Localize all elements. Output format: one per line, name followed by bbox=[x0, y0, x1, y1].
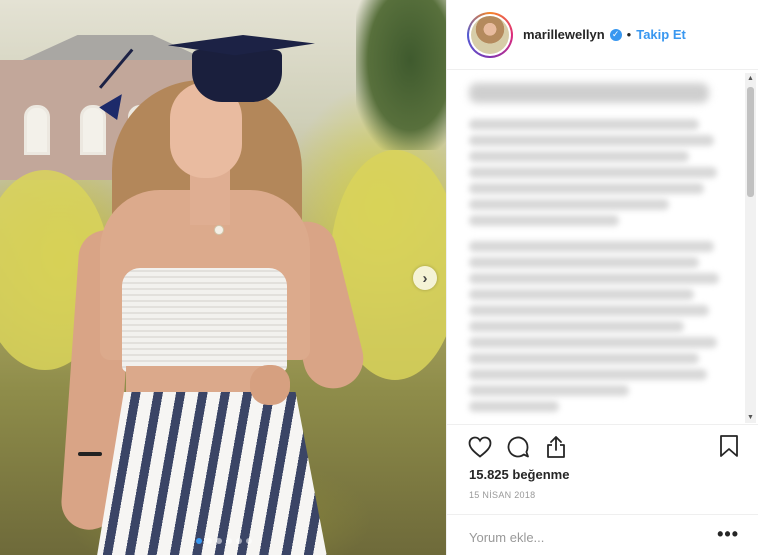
bookmark-icon[interactable] bbox=[718, 434, 743, 459]
heart-icon[interactable] bbox=[467, 434, 492, 459]
wrist-band bbox=[78, 452, 102, 456]
carousel-dot bbox=[206, 538, 212, 544]
blurred-text-line bbox=[469, 385, 629, 396]
comment-input[interactable] bbox=[469, 528, 699, 546]
like-count[interactable]: 15.825 beğenme bbox=[469, 467, 569, 482]
blurred-text-line bbox=[469, 135, 714, 146]
share-icon[interactable] bbox=[543, 434, 568, 459]
necklace-pendant bbox=[214, 225, 224, 235]
background-window bbox=[80, 105, 106, 155]
avatar bbox=[471, 15, 509, 54]
blurred-text-line bbox=[469, 321, 684, 332]
blurred-text-line bbox=[469, 289, 694, 300]
background-window bbox=[24, 105, 50, 155]
blurred-text-line bbox=[469, 151, 689, 162]
next-photo-button[interactable]: › bbox=[413, 266, 437, 290]
more-options-button[interactable]: ••• bbox=[717, 524, 739, 545]
carousel-dot-active bbox=[196, 538, 202, 544]
blurred-text-line bbox=[469, 119, 699, 130]
blurred-text-line bbox=[469, 199, 669, 210]
blurred-text-line bbox=[469, 353, 699, 364]
header-separator: • bbox=[626, 27, 632, 42]
blurred-text-line bbox=[469, 305, 709, 316]
blurred-text-line bbox=[469, 183, 704, 194]
blurred-text-line bbox=[469, 273, 719, 284]
white-crop-top bbox=[122, 268, 287, 372]
post-date[interactable]: 15 NİSAN 2018 bbox=[469, 490, 535, 500]
scroll-up-arrow-icon[interactable]: ▲ bbox=[745, 73, 756, 84]
instagram-post: › marillewellyn ✓ • Takip Et ▲ ▼ 15.825 … bbox=[0, 0, 758, 555]
carousel-dot bbox=[226, 538, 232, 544]
carousel-indicator bbox=[196, 538, 252, 544]
comment-icon[interactable] bbox=[505, 434, 530, 459]
verified-badge-icon: ✓ bbox=[609, 28, 622, 41]
graduation-cap bbox=[192, 50, 282, 102]
scroll-down-arrow-icon[interactable]: ▼ bbox=[745, 412, 756, 423]
post-actions: 15.825 beğenme 15 NİSAN 2018 bbox=[447, 424, 758, 514]
username-link[interactable]: marillewellyn bbox=[523, 27, 605, 42]
follow-button[interactable]: Takip Et bbox=[636, 27, 686, 42]
blurred-text-line bbox=[469, 369, 707, 380]
post-photo[interactable]: › bbox=[0, 0, 446, 555]
carousel-dot bbox=[246, 538, 252, 544]
comments-scrollbar[interactable]: ▲ ▼ bbox=[745, 73, 756, 423]
person-hand bbox=[250, 365, 290, 405]
post-side-panel: marillewellyn ✓ • Takip Et ▲ ▼ 15.825 be… bbox=[446, 0, 758, 555]
blurred-text-line bbox=[469, 215, 619, 226]
blurred-text-line bbox=[469, 337, 717, 348]
avatar-frame bbox=[469, 13, 511, 56]
avatar-story-ring[interactable] bbox=[467, 11, 513, 58]
blurred-comments-area[interactable] bbox=[447, 71, 758, 423]
blurred-text-line bbox=[469, 167, 717, 178]
blurred-text-line bbox=[469, 401, 559, 412]
blurred-text-line bbox=[469, 241, 714, 252]
carousel-dot bbox=[236, 538, 242, 544]
carousel-dot bbox=[216, 538, 222, 544]
action-icons bbox=[467, 434, 568, 459]
blurred-caption-header bbox=[469, 83, 709, 103]
background-tree bbox=[356, 0, 446, 150]
blurred-text-line bbox=[469, 257, 699, 268]
post-header: marillewellyn ✓ • Takip Et bbox=[447, 0, 758, 70]
striped-skirt bbox=[96, 392, 328, 555]
comment-box: ••• bbox=[447, 514, 758, 555]
scrollbar-thumb[interactable] bbox=[747, 87, 754, 197]
